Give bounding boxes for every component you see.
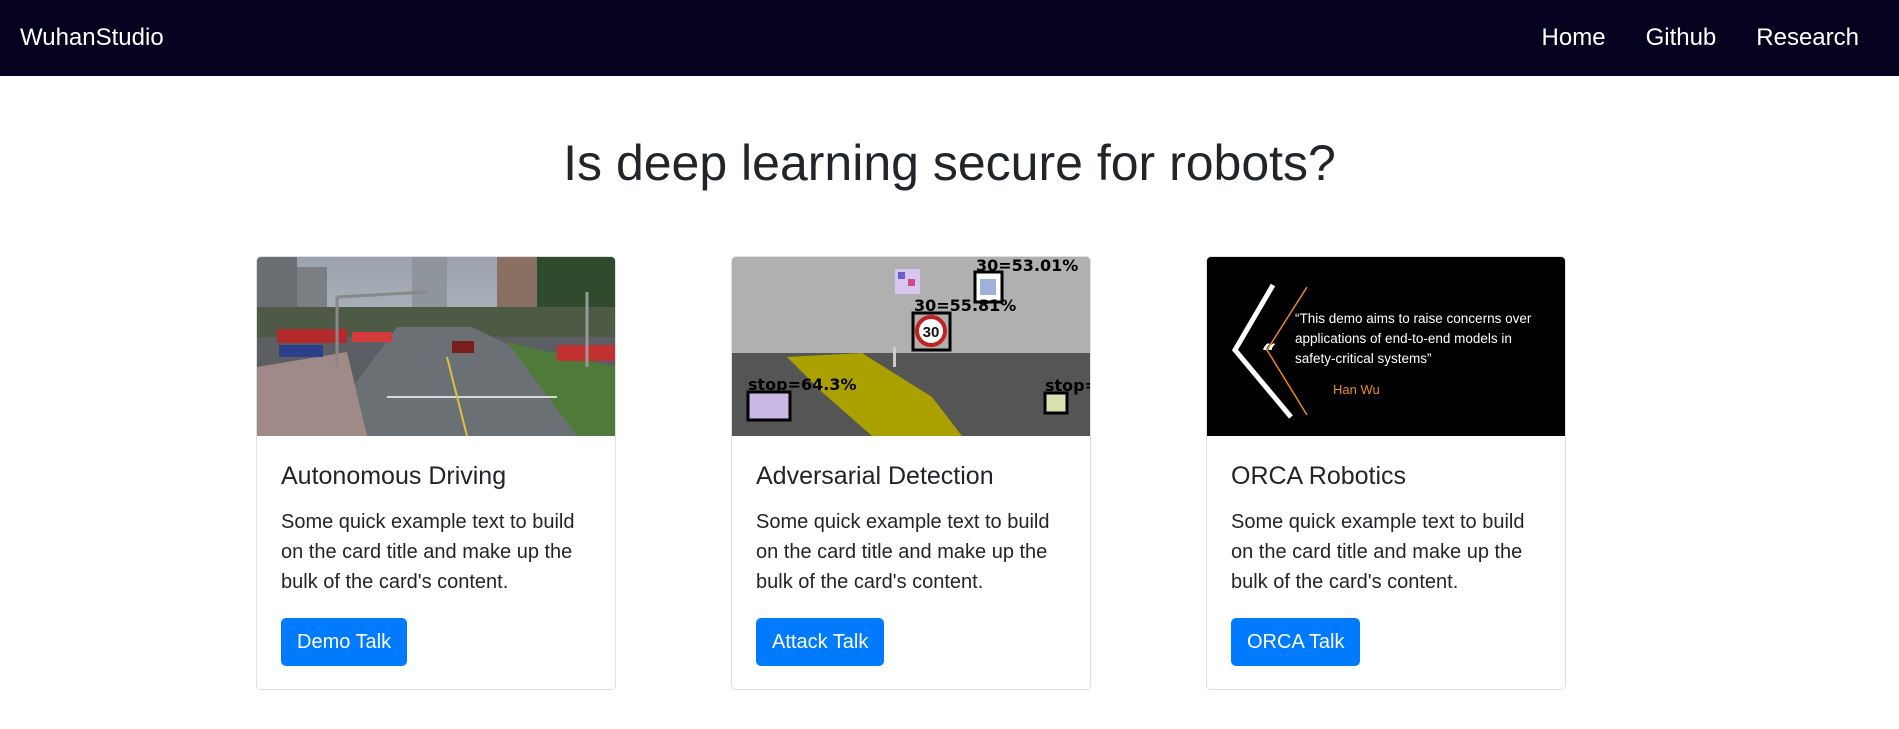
page-headline: Is deep learning secure for robots? bbox=[563, 135, 1336, 191]
detection-label: stop= bbox=[1045, 376, 1090, 395]
detection-label: stop=64.3% bbox=[748, 375, 857, 394]
detection-label: 30=55.81% bbox=[914, 296, 1016, 315]
attack-talk-button[interactable]: Attack Talk bbox=[756, 618, 885, 666]
card-orca-robotics: “ “This demo aims to raise concerns over… bbox=[1206, 256, 1566, 690]
detection-box bbox=[746, 390, 792, 422]
nav-links: Home Github Research bbox=[1542, 24, 1859, 52]
card-title: Adversarial Detection bbox=[756, 462, 994, 490]
card-title: Autonomous Driving bbox=[281, 462, 507, 490]
demo-talk-button[interactable]: Demo Talk bbox=[281, 618, 408, 666]
card-text: Some quick example text to build on the … bbox=[1231, 511, 1525, 593]
detection-label: 30=53.01% bbox=[976, 257, 1078, 275]
quote-author: Han Wu bbox=[1333, 382, 1380, 397]
navbar: WuhanStudio Home Github Research bbox=[0, 0, 1899, 76]
quote-line: safety-critical systems” bbox=[1295, 351, 1432, 366]
card-text: Some quick example text to build on the … bbox=[756, 511, 1050, 593]
quote-icon: “ bbox=[1262, 338, 1276, 367]
card-body: ORCA Robotics Some quick example text to… bbox=[1207, 436, 1565, 666]
card-image-detection-scene: 30 30=53.01% 30=55.81% stop=64.3% stop= bbox=[732, 257, 1090, 436]
card-adversarial-detection: 30 30=53.01% 30=55.81% stop=64.3% stop= … bbox=[731, 256, 1091, 690]
card-image-driving-scene bbox=[257, 257, 615, 436]
card-body: Autonomous Driving Some quick example te… bbox=[257, 436, 615, 666]
nav-github-link[interactable]: Github bbox=[1646, 24, 1717, 52]
quote-line: applications of end-to-end models in bbox=[1295, 331, 1512, 346]
nav-home-link[interactable]: Home bbox=[1542, 24, 1606, 52]
card-text: Some quick example text to build on the … bbox=[281, 511, 575, 593]
sign-label: 30 bbox=[923, 324, 940, 341]
nav-research-link[interactable]: Research bbox=[1756, 24, 1859, 52]
card-title: ORCA Robotics bbox=[1231, 462, 1407, 490]
card-autonomous-driving: Autonomous Driving Some quick example te… bbox=[256, 256, 616, 690]
detection-box bbox=[1043, 391, 1069, 415]
card-image-quote: “ “This demo aims to raise concerns over… bbox=[1207, 257, 1565, 436]
card-body: Adversarial Detection Some quick example… bbox=[732, 436, 1090, 666]
brand-link[interactable]: WuhanStudio bbox=[20, 24, 164, 52]
orca-talk-button[interactable]: ORCA Talk bbox=[1231, 618, 1361, 666]
quote-line: “This demo aims to raise concerns over bbox=[1295, 311, 1532, 326]
